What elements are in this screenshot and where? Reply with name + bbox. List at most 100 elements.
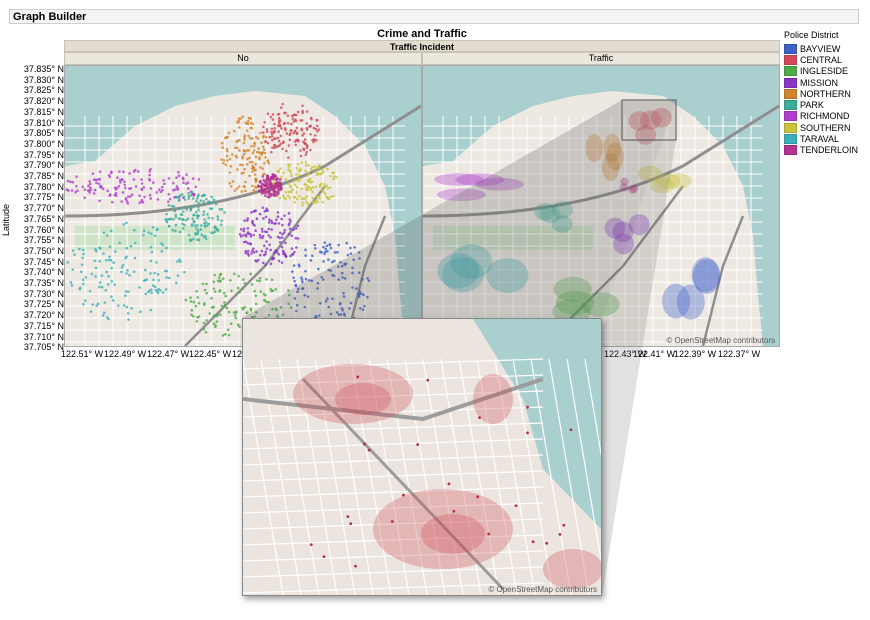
crime-point (108, 194, 112, 197)
legend-item[interactable]: SOUTHERN (784, 122, 858, 133)
crime-point (276, 235, 280, 239)
crime-point (270, 127, 274, 131)
legend-item[interactable]: TARAVAL (784, 133, 858, 145)
legend-item[interactable]: CENTRAL (784, 54, 858, 65)
crime-point (140, 182, 144, 185)
crime-point (149, 245, 153, 249)
crime-point (254, 294, 258, 297)
crime-point (138, 286, 141, 289)
crime-point (336, 250, 339, 254)
crime-point (95, 304, 98, 307)
crime-point (294, 179, 298, 182)
crime-point (160, 185, 164, 189)
crime-point (298, 194, 301, 198)
crime-point (256, 279, 259, 282)
traffic-density-blob (585, 134, 603, 163)
crime-point (314, 170, 318, 173)
crime-point (195, 199, 198, 203)
crime-point (305, 150, 309, 154)
crime-point (300, 129, 304, 132)
crime-point (168, 197, 172, 201)
zoom-inset[interactable]: © OpenStreetMap contributors (242, 318, 602, 596)
y-tick-label: 37.710° N (23, 331, 64, 342)
crime-point (346, 253, 350, 257)
legend-item[interactable]: BAYVIEW (784, 43, 858, 54)
crime-point (206, 213, 209, 216)
crime-point (339, 260, 342, 264)
legend-item[interactable]: RICHMOND (784, 111, 858, 122)
crime-point (311, 165, 314, 169)
crime-point (317, 166, 320, 170)
crime-point (224, 163, 228, 167)
crime-point (307, 164, 310, 167)
crime-point (242, 171, 245, 175)
crime-point (167, 177, 171, 180)
map-no-svg (65, 91, 421, 346)
crime-point (281, 223, 284, 227)
crime-point (263, 161, 266, 165)
legend-item[interactable]: INGLESIDE (784, 66, 858, 77)
legend-item[interactable]: TENDERLOIN (784, 145, 858, 156)
crime-point (195, 289, 198, 293)
crime-point (187, 191, 190, 195)
crime-point (183, 198, 187, 201)
crime-point (307, 178, 310, 182)
crime-point (241, 115, 245, 118)
crime-point (261, 175, 265, 178)
crime-point (98, 246, 102, 249)
crime-point (315, 124, 319, 128)
crime-point (200, 224, 203, 227)
crime-point (127, 318, 130, 321)
crime-point (294, 173, 298, 176)
legend-label: SOUTHERN (800, 122, 851, 133)
crime-point (255, 150, 259, 154)
crime-point (125, 255, 129, 258)
crime-point (332, 171, 336, 175)
crime-point (321, 200, 325, 204)
crime-point (216, 215, 220, 218)
legend-item[interactable]: NORTHERN (784, 88, 858, 99)
crime-point (291, 270, 294, 273)
legend-item[interactable]: MISSION (784, 77, 858, 88)
crime-point (261, 236, 264, 240)
crime-point (288, 222, 291, 225)
x-tick-label: 122.37° W (718, 349, 761, 359)
map-panel-traffic[interactable]: © OpenStreetMap contributors (422, 65, 780, 347)
crime-point (122, 304, 126, 307)
crime-point (295, 303, 299, 307)
crime-point (263, 120, 267, 124)
crime-point (242, 234, 245, 237)
crime-point (281, 249, 285, 253)
crime-point (200, 233, 204, 237)
crime-point (296, 131, 299, 135)
crime-point (294, 236, 298, 240)
crime-point (255, 135, 258, 139)
crime-point (329, 269, 333, 272)
crime-point (358, 306, 362, 310)
crime-point (133, 168, 137, 172)
crime-point (305, 186, 308, 190)
crime-point (267, 300, 270, 304)
crime-point (163, 269, 167, 273)
crime-point (253, 141, 256, 145)
crime-point (255, 217, 259, 221)
map-panel-no[interactable] (64, 65, 422, 347)
zoom-crime-point (545, 541, 549, 545)
crime-point (106, 189, 109, 193)
crime-point (203, 302, 206, 305)
crime-point (101, 314, 105, 317)
crime-point (248, 160, 252, 164)
legend-item[interactable]: PARK (784, 99, 858, 111)
crime-point (270, 289, 273, 293)
crime-point (332, 194, 335, 198)
crime-point (265, 184, 269, 188)
crime-point (287, 156, 290, 159)
crime-point (363, 304, 366, 308)
crime-point (270, 135, 274, 138)
crime-point (187, 194, 191, 198)
zoom-crime-point (447, 482, 451, 486)
crime-point (243, 305, 247, 309)
crime-point (84, 276, 88, 279)
y-tick-label: 37.740° N (23, 267, 64, 278)
crime-point (180, 193, 184, 196)
